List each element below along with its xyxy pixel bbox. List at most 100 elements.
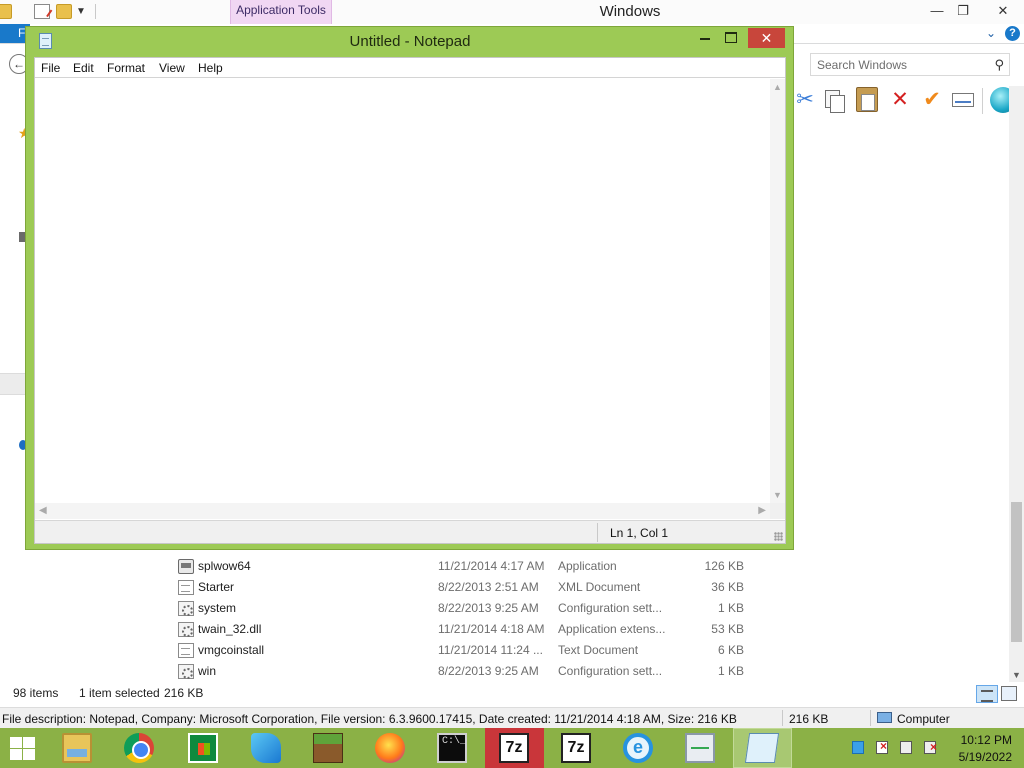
resize-grip[interactable] (774, 532, 783, 541)
scroll-up-arrow[interactable]: ▲ (773, 82, 782, 92)
file-type: XML Document (558, 580, 641, 594)
taskbar-wing-ide[interactable] (237, 728, 296, 768)
explorer-title-bar: ▼ Application Tools Windows — ❐ ✕ (0, 0, 1024, 24)
taskbar-notepad[interactable] (733, 728, 792, 768)
cursor-position: Ln 1, Col 1 (610, 526, 669, 540)
search-input[interactable] (817, 57, 982, 73)
taskbar-windows-store[interactable] (174, 728, 233, 768)
file-list-scrollbar[interactable]: ▼ (1009, 86, 1024, 682)
7zip-icon: 7z (499, 733, 529, 763)
file-type: Application extens... (558, 622, 666, 636)
tray-app-icon[interactable] (852, 741, 864, 754)
details-divider (870, 710, 871, 726)
ie-icon: e (623, 733, 653, 763)
file-row[interactable]: Starter 8/22/2013 2:51 AM XML Document 3… (170, 577, 770, 598)
delete-icon[interactable]: ✕ (886, 86, 914, 114)
item-count: 98 items (13, 686, 59, 700)
menu-view[interactable]: View (159, 61, 185, 75)
details-divider (782, 710, 783, 726)
chrome-icon (124, 733, 154, 763)
cut-icon[interactable]: ✂ (791, 86, 819, 114)
application-tools-tab[interactable]: Application Tools (230, 0, 332, 24)
notepad-minimize-button[interactable] (698, 27, 714, 47)
file-name: vmgcoinstall (198, 643, 265, 657)
cmd-icon: C:\_ (437, 733, 467, 763)
file-row[interactable]: win 8/22/2013 9:25 AM Configuration sett… (170, 661, 770, 682)
notepad-text-input[interactable] (35, 79, 770, 503)
copy-icon[interactable] (822, 88, 846, 113)
notepad-close-button[interactable]: ✕ (748, 28, 785, 48)
file-name: system (198, 601, 237, 615)
file-row[interactable]: twain_32.dll 11/21/2014 4:18 AM Applicat… (170, 619, 770, 640)
taskbar-command-prompt[interactable]: C:\_ (423, 728, 482, 768)
search-box[interactable]: ⚲ (810, 53, 1010, 76)
file-size: 1 KB (717, 601, 744, 615)
firefox-icon (375, 733, 405, 763)
taskbar-7zip-b[interactable]: 7z (547, 728, 606, 768)
notepad-text-area[interactable] (35, 79, 770, 503)
properties-icon[interactable] (34, 4, 50, 19)
file-description: File description: Notepad, Company: Micr… (2, 712, 737, 726)
volume-muted-icon[interactable] (924, 740, 937, 754)
restore-button[interactable]: ❐ (948, 0, 978, 22)
menu-file[interactable]: File (41, 61, 60, 75)
notepad-horizontal-scrollbar[interactable]: ◀ ▶ (35, 503, 770, 519)
scroll-left-arrow[interactable]: ◀ (39, 505, 47, 516)
rename-icon[interactable] (952, 93, 974, 107)
large-icons-view-button[interactable] (1001, 686, 1017, 701)
text-document-icon (178, 643, 194, 658)
notepad-menu-bar: File Edit Format View Help (35, 58, 785, 78)
taskbar-performance-monitor[interactable] (671, 728, 730, 768)
customize-quick-access-icon[interactable]: ▼ (76, 6, 86, 17)
close-button[interactable]: ✕ (988, 0, 1018, 22)
7zip-icon: 7z (561, 733, 591, 763)
paste-icon[interactable] (856, 87, 878, 112)
explorer-status-bar: 98 items 1 item selected 216 KB (0, 682, 1009, 706)
file-row[interactable]: vmgcoinstall 11/21/2014 11:24 ... Text D… (170, 640, 770, 661)
scroll-right-arrow[interactable]: ▶ (758, 505, 766, 516)
explorer-title: Windows (599, 3, 661, 20)
taskbar-file-explorer[interactable] (48, 728, 107, 768)
wing-icon (251, 733, 281, 763)
menu-format[interactable]: Format (107, 61, 145, 75)
notepad-icon[interactable] (39, 33, 52, 49)
file-name: splwow64 (198, 559, 251, 573)
folder-icon[interactable] (0, 4, 12, 19)
taskbar-minecraft[interactable] (299, 728, 358, 768)
taskbar-internet-explorer[interactable]: e (609, 728, 668, 768)
file-row[interactable]: system 8/22/2013 9:25 AM Configuration s… (170, 598, 770, 619)
store-icon (188, 733, 218, 763)
check-icon[interactable]: ✔ (918, 86, 946, 114)
scroll-down-arrow[interactable]: ▼ (773, 490, 782, 500)
file-date: 11/21/2014 4:17 AM (438, 559, 545, 573)
scroll-down-arrow[interactable]: ▼ (1012, 670, 1021, 680)
new-folder-icon[interactable] (56, 4, 72, 19)
action-center-icon[interactable] (876, 739, 888, 754)
taskbar-firefox[interactable] (361, 728, 420, 768)
taskbar-7zip-a[interactable]: 7z (485, 728, 544, 768)
computer-icon (877, 712, 892, 723)
nav-pane-selected-item[interactable] (0, 373, 26, 395)
menu-edit[interactable]: Edit (73, 61, 94, 75)
windows-logo-pane (10, 737, 22, 748)
clock-time[interactable]: 10:12 PM (952, 733, 1012, 747)
menu-help[interactable]: Help (198, 61, 223, 75)
clock-date[interactable]: 5/19/2022 (952, 750, 1012, 764)
selection-size: 216 KB (164, 686, 204, 700)
taskbar-google-chrome[interactable] (110, 728, 169, 768)
scrollbar-corner (770, 503, 785, 519)
details-view-button[interactable] (976, 685, 998, 703)
file-date: 8/22/2013 9:25 AM (438, 601, 539, 615)
start-button[interactable] (6, 734, 38, 762)
network-status-icon[interactable] (900, 741, 912, 754)
file-date: 11/21/2014 11:24 ... (438, 643, 543, 657)
search-icon[interactable]: ⚲ (994, 57, 1004, 73)
scrollbar-thumb[interactable] (1011, 502, 1022, 642)
notepad-window: Untitled - Notepad ✕ File Edit Format Vi… (25, 26, 794, 550)
help-icon[interactable]: ? (1005, 26, 1020, 41)
notepad-maximize-button[interactable] (723, 27, 739, 47)
file-row[interactable]: splwow64 11/21/2014 4:17 AM Application … (170, 556, 770, 577)
notepad-vertical-scrollbar[interactable]: ▲ ▼ (770, 79, 785, 503)
expand-ribbon-icon[interactable]: ⌄ (986, 24, 1002, 42)
file-name: Starter (198, 580, 235, 594)
